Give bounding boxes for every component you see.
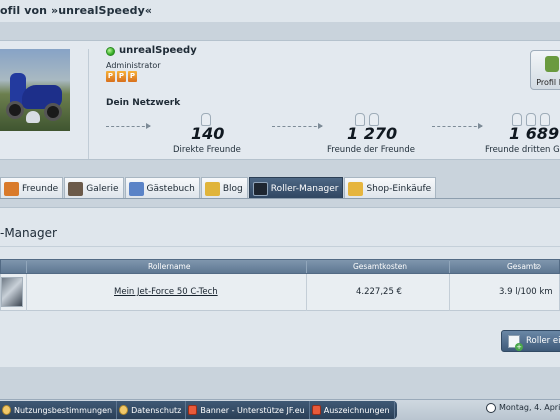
award-icon [311,405,321,415]
footer-link-label: Banner - Unterstütze JF.eu [200,405,305,415]
footer-links: Nutzungsbestimmungen Datenschutz Banner … [0,401,397,419]
column-separator [449,261,450,273]
footer-link-label: Nutzungsbestimmungen [14,405,113,415]
tab-blog[interactable]: Blog [200,177,248,199]
info-icon [2,405,11,415]
scooter-wheel-front [6,101,24,119]
cell-separator [449,274,450,311]
footer-link-privacy[interactable]: Datenschutz [117,401,187,419]
cell-separator [26,274,27,311]
profile-edit-button[interactable]: Profil b [530,50,560,90]
scooter-wheel-rear [44,103,62,121]
footer-bar: Nutzungsbestimmungen Datenschutz Banner … [0,399,560,420]
tab-gaestebuch[interactable]: Gästebuch [124,177,200,199]
cell-separator [306,274,307,311]
footer-date-text: Montag, 4. April 2 [499,403,560,412]
tab-freunde[interactable]: Freunde [0,177,64,199]
rank-badge-icon: P [106,71,115,82]
tab-divider [0,198,560,199]
roller-name-link[interactable]: Mein Jet-Force 50 C-Tech [114,287,218,297]
column-header-cost[interactable]: Gesamtkosten [353,262,407,271]
column-header-name[interactable]: Rollername [148,262,190,271]
blog-icon [204,181,220,196]
section-title: -Manager [0,226,57,240]
tab-shop-einkaeufe[interactable]: Shop-Einkäufe [344,177,437,199]
add-roller-button[interactable]: Roller ei [501,330,560,352]
profile-tabs: Freunde Galerie Gästebuch Blog Roller-Ma… [0,177,437,199]
section-divider [0,246,560,247]
add-roller-label: Roller ei [526,336,560,346]
info-icon [119,405,129,415]
profile-header [0,40,560,160]
helmet-shape [26,111,40,123]
rank-badges: PPP [106,71,139,82]
network-count-third[interactable]: 1 689 [509,124,559,143]
tab-galerie[interactable]: Galerie [64,177,124,199]
profile-divider [88,49,89,159]
friends-icon [4,181,19,196]
tab-label: Galerie [86,183,119,194]
scooter-icon [252,181,268,196]
tab-label: Roller-Manager [270,183,339,194]
footer-date: Montag, 4. April 2 [486,403,560,413]
banner-icon [188,405,198,415]
network-caption-direct: Direkte Freunde [173,145,241,155]
clock-icon [486,403,496,413]
network-arrow [272,123,323,134]
rank-badge-icon: P [117,71,126,82]
network-caption-second: Freunde der Freunde [327,145,415,155]
rank-badge-icon: P [128,71,137,82]
tab-label: Freunde [22,183,59,194]
online-status-icon [106,47,115,56]
footer-link-label: Auszeichnungen [323,405,390,415]
footer-link-banner[interactable]: Banner - Unterstütze JF.eu [186,401,310,419]
network-count-second[interactable]: 1 270 [347,124,397,143]
footer-link-label: Datenschutz [131,405,182,415]
table-header: Rollername Gesamtkosten Gesamt ⊘ [0,259,560,274]
tab-label: Gästebuch [146,183,195,194]
user-rank: Administrator [106,61,161,70]
tab-roller-manager[interactable]: Roller-Manager [248,177,344,199]
network-arrow [106,123,151,134]
sort-icon[interactable]: ⊘ [535,262,541,271]
roller-total-cell: 3.9 l/100 km [499,287,553,297]
roller-cost-cell: 4.227,25 € [356,287,402,297]
roller-thumbnail[interactable] [1,277,23,307]
guestbook-icon [128,181,144,196]
add-document-icon [508,335,523,351]
table-row: Mein Jet-Force 50 C-Tech 4.227,25 € 3.9 … [0,274,560,311]
profile-edit-icon [545,56,559,72]
tab-label: Blog [222,183,243,194]
footer-link-terms[interactable]: Nutzungsbestimmungen [0,401,118,419]
tab-label: Shop-Einkäufe [366,183,432,194]
profile-photo[interactable] [0,49,70,131]
column-header-total[interactable]: Gesamt [507,262,536,271]
network-arrow [432,123,483,134]
network-caption-third: Freunde dritten G [485,145,560,155]
roller-manager-section: -Manager Rollername Gesamtkosten Gesamt … [0,207,560,367]
network-heading: Dein Netzwerk [106,98,181,108]
roller-name-cell: Mein Jet-Force 50 C-Tech [114,287,218,297]
profile-button-label: Profil b [536,78,560,87]
footer-link-awards[interactable]: Auszeichnungen [310,401,395,419]
shop-icon [348,181,364,196]
network-count-direct[interactable]: 140 [191,124,224,143]
page-title: ofil von »unrealSpeedy« [0,0,560,22]
username[interactable]: unrealSpeedy [119,45,197,56]
column-separator [26,261,27,273]
column-separator [306,261,307,273]
camera-icon [68,181,84,196]
